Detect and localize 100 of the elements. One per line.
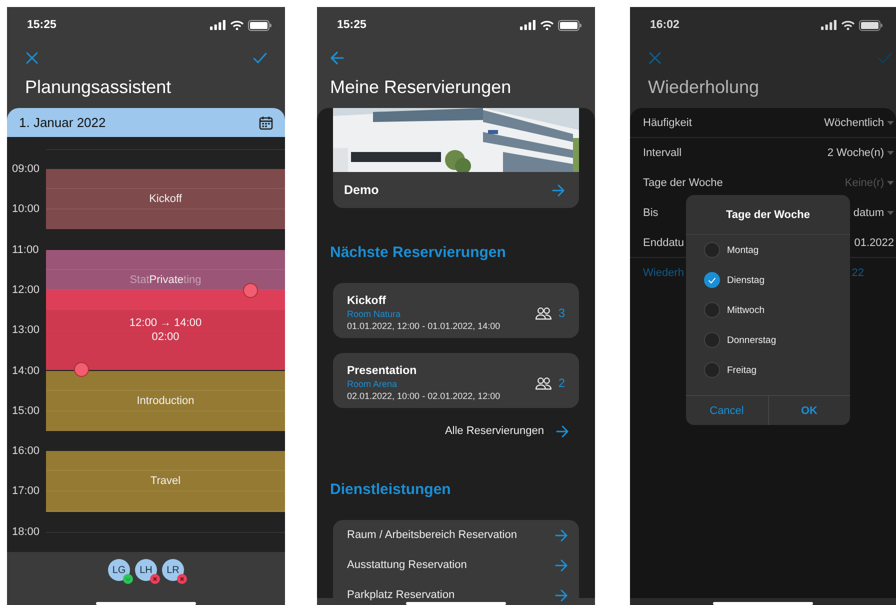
section-heading: Nächste Reservierungen [330,243,507,263]
caret-icon[interactable] [887,151,894,155]
event-title: ting [184,274,202,286]
event-block[interactable]: Introduction [46,370,285,431]
people-icon [535,306,552,320]
hour-label: 16:00 [12,444,40,458]
hour-label: 18:00 [12,524,40,539]
dropdown-field[interactable]: datum [853,207,894,219]
signal-icon [210,20,226,30]
hour-label: 13:00 [12,323,40,338]
close-icon[interactable] [26,52,38,64]
service-item[interactable]: Raum / Arbeitsbereich Reservation [347,529,517,541]
event-title: Travel [150,475,181,488]
hour-label: 12:00 [12,282,40,297]
reservation-card[interactable]: Kickoff Room Natura 01.01.2022, 12:00 - 01.01.2022, 14:00 3 [333,283,579,338]
option-label: Dienstag [727,274,764,286]
check-icon [708,276,716,284]
room-name: Room Natura [347,308,402,320]
reservation-card[interactable]: Presentation Room Arena 02.01.2022, 10:00 - 02.01.2022, 12:00 2 [333,353,579,408]
signal-icon [520,20,536,30]
check-icon[interactable] [878,52,892,64]
radio-button[interactable] [704,242,720,258]
section-heading: Dienstleistungen [330,480,452,500]
hour-label: 11:00 [12,242,39,257]
people-icon [535,376,552,390]
status-time: 16:02 [650,19,680,31]
cancel-button[interactable]: Cancel [686,396,768,425]
screen-title: Planungsassistent [24,76,172,99]
dropdown-field[interactable]: 2 Woche(n) [827,147,894,159]
setting-label: Häufigkeit [643,116,692,128]
date-label: 1. Januar 2022 [19,115,106,130]
screen-title: Meine Reservierungen [329,76,512,99]
location-card[interactable]: Demo [333,108,579,208]
attendee-avatar[interactable]: LH [135,559,157,581]
attendee-avatar[interactable]: LR [162,559,184,581]
option-label: Donnerstag [727,334,776,346]
room-name: Room Arena [347,378,398,390]
hour-label: 17:00 [12,484,40,498]
event-title: Stat [130,274,150,286]
hour-label: 14:00 [12,364,40,378]
signal-icon [821,20,837,30]
time-range: 12:00 → 14:00 [129,316,202,330]
option-label: Freitag [727,364,757,376]
dialog-title: Tage der Woche [686,195,850,235]
dropdown-field[interactable]: Wöchentlich [824,116,894,128]
option-label: Mittwoch [727,304,764,316]
check-icon[interactable] [253,52,267,64]
reservation-time: 02.01.2022, 10:00 - 02.01.2022, 12:00 [347,390,500,402]
attendee-avatar[interactable]: LG [108,559,130,581]
wifi-icon [540,20,554,30]
calendar-icon[interactable] [259,116,273,130]
caret-icon[interactable] [887,211,894,215]
duration: 02:00 [152,330,180,344]
hour-label: 15:00 [12,404,40,418]
event-title: Private [149,274,184,286]
hour-label: 10:00 [12,202,40,216]
arrow-right-icon[interactable] [555,588,568,602]
location-name: Demo [344,183,379,197]
wifi-icon [230,20,244,30]
reservation-title: Kickoff [347,294,387,308]
caret-icon[interactable] [887,181,894,185]
resize-handle[interactable] [75,363,88,376]
ok-button[interactable]: OK [768,396,850,425]
caret-icon[interactable] [887,120,894,124]
resize-handle[interactable] [244,284,257,297]
attendee-count: 3 [558,306,565,320]
reservation-time: 01.01.2022, 12:00 - 01.01.2022, 14:00 [347,320,500,332]
radio-button[interactable] [704,362,720,378]
service-item[interactable]: Ausstattung Reservation [347,559,467,571]
battery-icon [558,20,582,30]
battery-icon [248,20,272,30]
date-field[interactable]: 01.2022 [854,236,894,248]
service-item[interactable]: Parkplatz Reservation [347,589,455,601]
arrow-right-icon[interactable] [555,528,568,542]
screen-title: Wiederholung [647,76,760,99]
setting-label: Bis [643,207,658,219]
close-icon[interactable] [649,52,661,64]
arrow-right-icon [552,184,565,196]
radio-button[interactable] [704,272,720,288]
option-label: Montag [727,244,759,256]
radio-button[interactable] [704,302,720,318]
setting-label: Enddatu [643,236,684,248]
status-time: 15:25 [337,19,366,31]
event-block[interactable]: Travel [46,451,285,512]
all-reservations-link[interactable]: Alle Reservierungen [444,425,544,437]
radio-button[interactable] [704,332,720,348]
attendee-count: 2 [558,376,565,390]
event-block[interactable]: Kickoff [46,169,285,230]
back-arrow-icon[interactable] [330,51,344,65]
arrow-right-icon[interactable] [556,424,569,438]
setting-label: Intervall [643,147,682,159]
arrow-right-icon[interactable] [555,558,568,572]
battery-icon [859,20,883,30]
event-title: Kickoff [149,193,182,206]
wifi-icon [841,20,855,30]
status-time: 15:25 [27,19,56,31]
hour-label: 09:00 [12,162,40,176]
reservation-title: Presentation [347,364,418,378]
setting-label: Tage der Woche [643,177,723,189]
event-title: Introduction [136,394,194,407]
